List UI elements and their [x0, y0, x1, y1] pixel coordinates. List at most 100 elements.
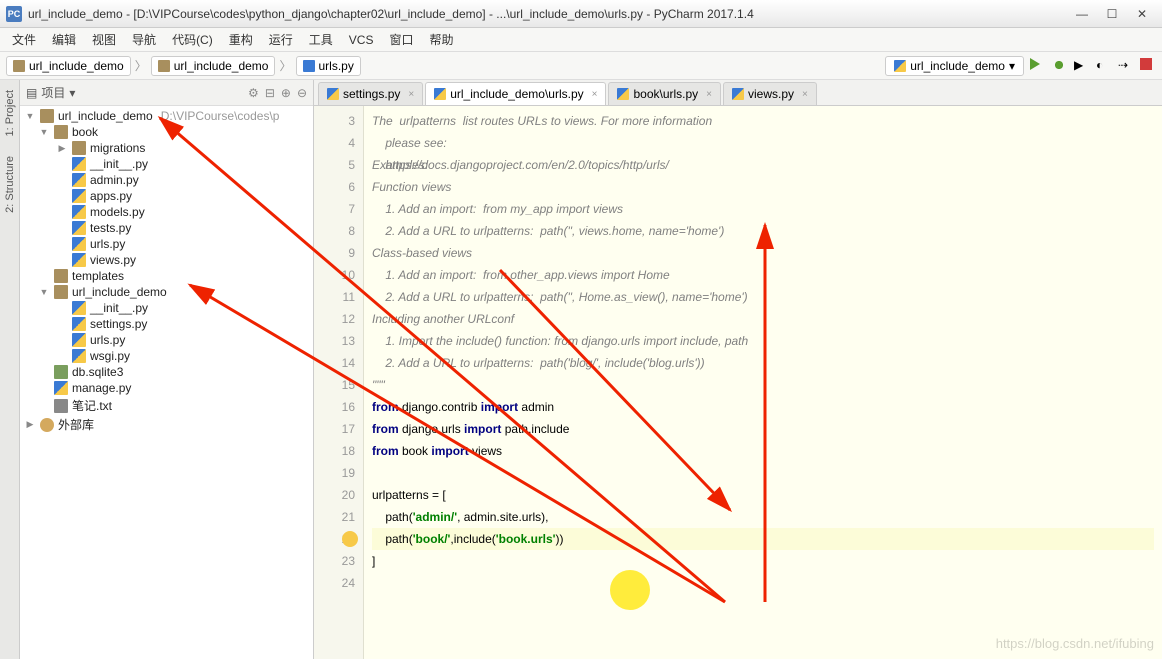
intention-bulb-icon[interactable] — [342, 531, 358, 547]
tree-node[interactable]: settings.py — [20, 316, 313, 332]
tree-node[interactable]: urls.py — [20, 236, 313, 252]
run-with-coverage-button[interactable]: ▶ — [1074, 58, 1090, 74]
code-line-6[interactable]: Function views — [372, 176, 1154, 198]
code-line-13[interactable]: 1. Import the include() function: from d… — [372, 330, 1154, 352]
editor-tab[interactable]: url_include_demo\urls.py× — [425, 82, 606, 105]
hide-icon[interactable]: ⊖ — [297, 86, 307, 100]
editor-tab[interactable]: views.py× — [723, 82, 817, 105]
breadcrumb-item[interactable]: urls.py — [296, 56, 361, 76]
code-line-24[interactable] — [372, 572, 1154, 594]
tree-node[interactable]: db.sqlite3 — [20, 364, 313, 380]
code-line-16[interactable]: from django.contrib import admin — [372, 396, 1154, 418]
code-line-19[interactable] — [372, 462, 1154, 484]
django-icon — [894, 60, 906, 72]
menu-导航[interactable]: 导航 — [126, 29, 162, 50]
code-line-23[interactable]: ] — [372, 550, 1154, 572]
code-line-22[interactable]: path('book/',include('book.urls')) — [372, 528, 1154, 550]
tree-node[interactable]: admin.py — [20, 172, 313, 188]
tree-node[interactable]: ▼url_include_demo — [20, 284, 313, 300]
tree-arrow[interactable]: ▼ — [24, 111, 36, 121]
fld-icon — [40, 109, 54, 123]
code-line-7[interactable]: 1. Add an import: from my_app import vie… — [372, 198, 1154, 220]
close-icon[interactable]: × — [802, 89, 808, 100]
profile-button[interactable]: ◐ — [1096, 58, 1112, 74]
project-tool-tab[interactable]: 1: Project — [2, 84, 18, 142]
code-line-14[interactable]: 2. Add a URL to urlpatterns: path('blog/… — [372, 352, 1154, 374]
menu-代码(C)[interactable]: 代码(C) — [166, 29, 219, 50]
tree-node[interactable]: ▶ 外部库 — [20, 415, 313, 434]
chevron-down-icon[interactable]: ▾ — [69, 86, 75, 100]
menu-编辑[interactable]: 编辑 — [46, 29, 82, 50]
tree-arrow[interactable]: ▶ — [56, 143, 68, 154]
tree-node[interactable]: tests.py — [20, 220, 313, 236]
collapse-icon[interactable]: ⊟ — [265, 86, 275, 100]
tree-node[interactable]: ▼url_include_demoD:\VIPCourse\codes\p — [20, 108, 313, 124]
menu-重构[interactable]: 重构 — [223, 29, 259, 50]
close-button[interactable]: ✕ — [1128, 4, 1156, 24]
structure-tool-tab[interactable]: 2: Structure — [2, 150, 18, 219]
tree-node[interactable]: __init__.py — [20, 156, 313, 172]
menu-窗口[interactable]: 窗口 — [383, 29, 419, 50]
code-line-10[interactable]: 1. Add an import: from other_app.views i… — [372, 264, 1154, 286]
tree-node[interactable]: ▶ migrations — [20, 140, 313, 156]
close-icon[interactable]: × — [408, 89, 414, 100]
tree-node[interactable]: ▼book — [20, 124, 313, 140]
menu-VCS[interactable]: VCS — [343, 31, 380, 49]
code-line-21[interactable]: path('admin/', admin.site.urls), — [372, 506, 1154, 528]
run-config-select[interactable]: url_include_demo ▾ — [885, 56, 1024, 76]
editor-tab[interactable]: settings.py× — [318, 82, 423, 105]
menu-文件[interactable]: 文件 — [6, 29, 42, 50]
tree-node[interactable]: urls.py — [20, 332, 313, 348]
code-line-18[interactable]: from book import views — [372, 440, 1154, 462]
tree-node[interactable]: views.py — [20, 252, 313, 268]
tree-label: urls.py — [90, 333, 125, 347]
code-editor[interactable]: 3456789101112131415161718192021222324 Th… — [314, 106, 1162, 659]
dbf-icon — [54, 365, 68, 379]
code-line-12[interactable]: Including another URLconf — [372, 308, 1154, 330]
code-line-15[interactable]: """ — [372, 374, 1154, 396]
app-icon: PC — [6, 6, 22, 22]
menu-运行[interactable]: 运行 — [263, 29, 299, 50]
locate-icon[interactable]: ⊕ — [281, 86, 291, 100]
stop-button[interactable] — [1140, 58, 1156, 74]
code-line-9[interactable]: Class-based views — [372, 242, 1154, 264]
code-line-3[interactable]: The urlpatterns list routes URLs to view… — [372, 110, 1154, 132]
project-tree[interactable]: ▼url_include_demoD:\VIPCourse\codes\p▼bo… — [20, 106, 313, 659]
close-icon[interactable]: × — [706, 89, 712, 100]
debug-button[interactable] — [1052, 58, 1068, 74]
breadcrumb-item[interactable]: url_include_demo — [6, 56, 131, 76]
pyf-icon — [72, 333, 86, 347]
menu-视图[interactable]: 视图 — [86, 29, 122, 50]
code-line-8[interactable]: 2. Add a URL to urlpatterns: path('', vi… — [372, 220, 1154, 242]
tree-node[interactable]: __init__.py — [20, 300, 313, 316]
tree-arrow[interactable]: ▶ — [24, 419, 36, 430]
code-line-20[interactable]: urlpatterns = [ — [372, 484, 1154, 506]
menu-工具[interactable]: 工具 — [303, 29, 339, 50]
tree-node[interactable]: models.py — [20, 204, 313, 220]
code-area[interactable]: The urlpatterns list routes URLs to view… — [364, 106, 1162, 659]
tree-label: 外部库 — [58, 416, 94, 433]
attach-button[interactable]: ⇢ — [1118, 58, 1134, 74]
tree-arrow[interactable]: ▼ — [38, 287, 50, 297]
settings-icon[interactable]: ⚙ — [248, 86, 259, 100]
tree-node[interactable]: apps.py — [20, 188, 313, 204]
menu-帮助[interactable]: 帮助 — [423, 29, 459, 50]
breadcrumb-item[interactable]: url_include_demo — [151, 56, 276, 76]
tree-label: __init__.py — [90, 157, 148, 171]
tree-node[interactable]: manage.py — [20, 380, 313, 396]
close-icon[interactable]: × — [592, 89, 598, 100]
code-line-17[interactable]: from django.urls import path,include — [372, 418, 1154, 440]
code-line-11[interactable]: 2. Add a URL to urlpatterns: path('', Ho… — [372, 286, 1154, 308]
maximize-button[interactable]: ☐ — [1098, 4, 1126, 24]
tree-label: migrations — [90, 141, 145, 155]
run-button[interactable] — [1030, 58, 1046, 74]
minimize-button[interactable]: — — [1068, 4, 1096, 24]
tree-arrow[interactable]: ▼ — [38, 127, 50, 137]
tree-node[interactable]: 笔记.txt — [20, 396, 313, 415]
tree-label: __init__.py — [90, 301, 148, 315]
tree-node[interactable]: wsgi.py — [20, 348, 313, 364]
tree-node[interactable]: templates — [20, 268, 313, 284]
breadcrumb: url_include_demo〉url_include_demo〉urls.p… — [6, 56, 885, 76]
editor-tab[interactable]: book\urls.py× — [608, 82, 721, 105]
code-line-4[interactable]: please see: https://docs.djangoproject.c… — [372, 132, 1154, 154]
